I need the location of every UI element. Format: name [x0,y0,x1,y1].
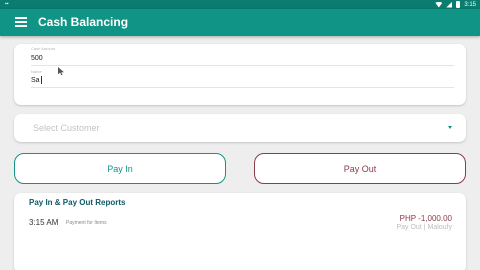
reports-card: Pay In & Pay Out Reports 3:15 AM Payment… [14,193,466,270]
battery-icon [456,1,461,8]
report-description: Payment for Items [66,220,107,226]
chevron-down-icon[interactable] [448,126,452,129]
customer-select[interactable]: Select Customer [14,114,466,142]
menu-icon[interactable] [15,17,27,27]
text-caret [40,76,42,85]
signal-icon [446,1,453,8]
input-card: Cash Amount 500 Name Sa [14,44,466,105]
reports-title: Pay In & Pay Out Reports [29,198,126,207]
pay-in-button[interactable]: Pay In [14,153,226,184]
status-icons: 3:15 [435,0,476,9]
name-value-text: Sa [31,77,40,84]
cash-amount-label: Cash Amount [31,46,56,51]
pointer-cursor-icon [58,67,64,75]
report-method: Pay Out | Maloufy [396,224,452,231]
sim-icon: ▪▪ [5,1,9,7]
cash-amount-value: 500 [31,55,43,62]
report-time: 3:15 AM [29,218,59,227]
status-bar: ▪▪ 3:15 [0,0,480,9]
cash-amount-field[interactable]: Cash Amount 500 [31,44,454,66]
app-title: Cash Balancing [38,15,129,29]
customer-select-placeholder: Select Customer [33,123,100,133]
name-field[interactable]: Name Sa [31,67,454,88]
status-time: 3:15 [464,1,476,8]
name-label: Name [31,69,42,74]
wifi-icon [435,1,443,8]
app-bar: Cash Balancing [0,9,480,36]
name-value: Sa [31,76,42,85]
pay-out-button[interactable]: Pay Out [254,153,466,184]
